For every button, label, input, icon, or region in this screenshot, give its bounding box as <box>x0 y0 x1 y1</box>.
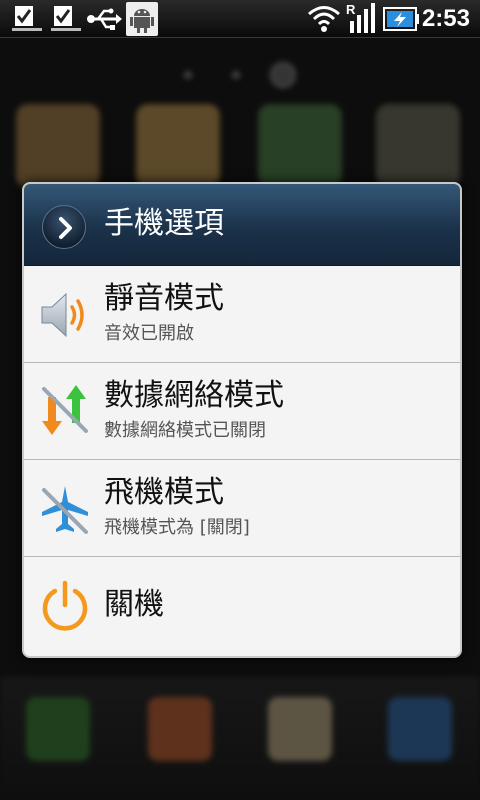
airplane-icon <box>42 486 88 534</box>
app-icon <box>136 104 220 188</box>
dialog-header: 手機選項 <box>24 184 460 266</box>
menu-item-title: 關機 <box>104 587 164 622</box>
app-icon <box>16 104 100 188</box>
page-indicator <box>180 60 310 90</box>
status-bar: R 2:53 <box>0 0 480 38</box>
speaker-icon <box>41 292 84 338</box>
menu-item-silent-mode[interactable]: 靜音模式 音效已開啟 <box>24 266 460 363</box>
chevron-right-icon <box>42 205 86 249</box>
phone-icon <box>26 697 90 761</box>
usb-icon <box>87 8 122 30</box>
android-debug-icon <box>126 2 158 36</box>
task-done-icon <box>51 6 81 31</box>
menu-item-subtitle: 數據網絡模式已關閉 <box>104 420 266 441</box>
menu-item-title: 飛機模式 <box>104 475 224 510</box>
phone-options-dialog: 手機選項 靜音模式 音效已開啟 數據網絡模式 數據網絡模式已關閉 飛機模式 飛機… <box>22 182 462 658</box>
menu-item-airplane-mode[interactable]: 飛機模式 飛機模式為 [關閉] <box>24 460 460 557</box>
status-time: 2:53 <box>421 5 470 32</box>
app-icon <box>258 104 342 188</box>
page-dot <box>232 71 240 79</box>
menu-item-title: 數據網絡模式 <box>104 378 284 413</box>
menu-item-power-off[interactable]: 關機 <box>24 557 460 654</box>
app-icon <box>376 104 460 188</box>
power-icon <box>42 580 88 631</box>
dock <box>0 678 480 800</box>
wifi-icon <box>308 6 340 32</box>
page-dot-active <box>270 62 296 88</box>
messages-icon <box>268 697 332 761</box>
contacts-icon <box>148 697 212 761</box>
menu-item-subtitle: 音效已開啟 <box>104 323 194 344</box>
home-icon <box>388 697 452 761</box>
data-network-icon <box>42 385 88 435</box>
signal-icon <box>350 3 375 33</box>
menu-item-title: 靜音模式 <box>104 281 224 316</box>
page-dot <box>184 71 192 79</box>
task-done-icon <box>12 6 42 31</box>
menu-item-subtitle: 飛機模式為 [關閉] <box>104 517 250 538</box>
dialog-title: 手機選項 <box>104 206 224 241</box>
menu-item-data-network-mode[interactable]: 數據網絡模式 數據網絡模式已關閉 <box>24 363 460 460</box>
battery-charging-icon <box>383 7 419 31</box>
